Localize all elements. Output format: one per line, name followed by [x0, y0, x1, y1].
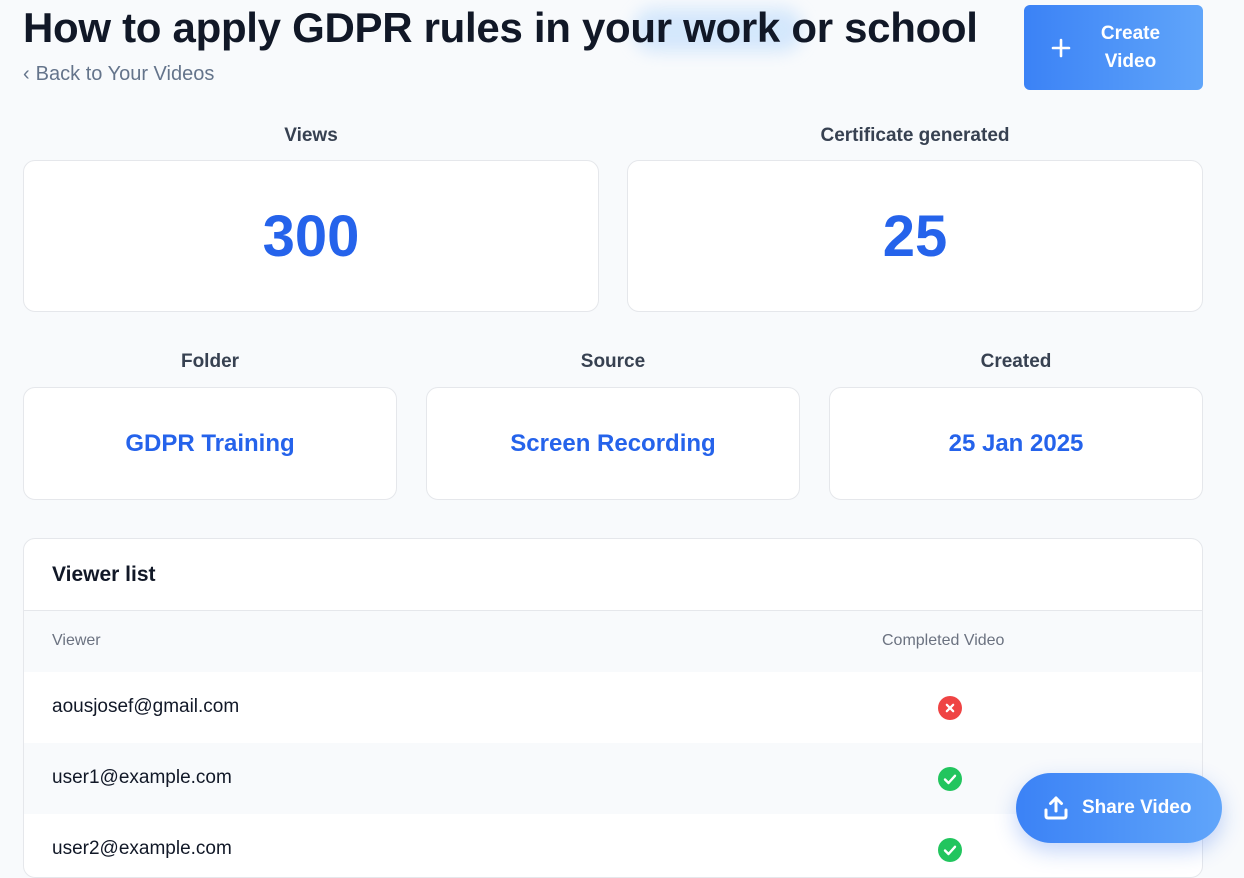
check-circle-icon	[938, 767, 962, 791]
certificates-card: 25	[627, 160, 1203, 312]
viewer-email: user1@example.com	[52, 767, 232, 788]
chevron-left-icon: ‹	[23, 63, 30, 85]
x-circle-icon	[938, 696, 962, 720]
viewer-list-title: Viewer list	[52, 563, 156, 586]
plus-icon	[1051, 38, 1071, 57]
created-value: 25 Jan 2025	[948, 429, 1084, 457]
share-video-button[interactable]: Share Video	[1016, 773, 1222, 843]
folder-label: Folder	[180, 351, 240, 372]
created-card: 25 Jan 2025	[829, 387, 1203, 500]
table-header: Viewer Completed Video	[24, 611, 1202, 672]
check-circle-icon	[938, 838, 962, 862]
source-card: Screen Recording	[426, 387, 800, 500]
upload-icon	[1044, 796, 1068, 820]
back-link-label: Back to Your Videos	[35, 63, 215, 85]
views-card: 300	[23, 160, 599, 312]
views-value: 300	[262, 203, 360, 269]
back-to-videos-link[interactable]: ‹ Back to Your Videos	[23, 63, 214, 86]
created-label: Created	[980, 351, 1052, 372]
viewer-email: user2@example.com	[52, 838, 232, 859]
column-header-viewer: Viewer	[52, 632, 101, 649]
views-label: Views	[284, 125, 338, 146]
source-value: Screen Recording	[510, 429, 716, 457]
create-video-label: Create Video	[1100, 22, 1161, 72]
share-video-label: Share Video	[1082, 797, 1192, 818]
folder-card: GDPR Training	[23, 387, 397, 500]
folder-value: GDPR Training	[125, 429, 295, 457]
source-label: Source	[580, 351, 646, 372]
page-title: How to apply GDPR rules in your work or …	[23, 4, 978, 51]
certificates-value: 25	[882, 203, 948, 269]
create-video-button[interactable]: Create Video	[1024, 5, 1203, 90]
page-header: How to apply GDPR rules in your work or …	[23, 0, 1203, 100]
column-header-completed-video: Completed Video	[882, 632, 1005, 649]
viewer-email: aousjosef@gmail.com	[52, 696, 240, 717]
table-row: aousjosef@gmail.com	[24, 672, 1202, 743]
certificates-label: Certificate generated	[820, 125, 1010, 146]
